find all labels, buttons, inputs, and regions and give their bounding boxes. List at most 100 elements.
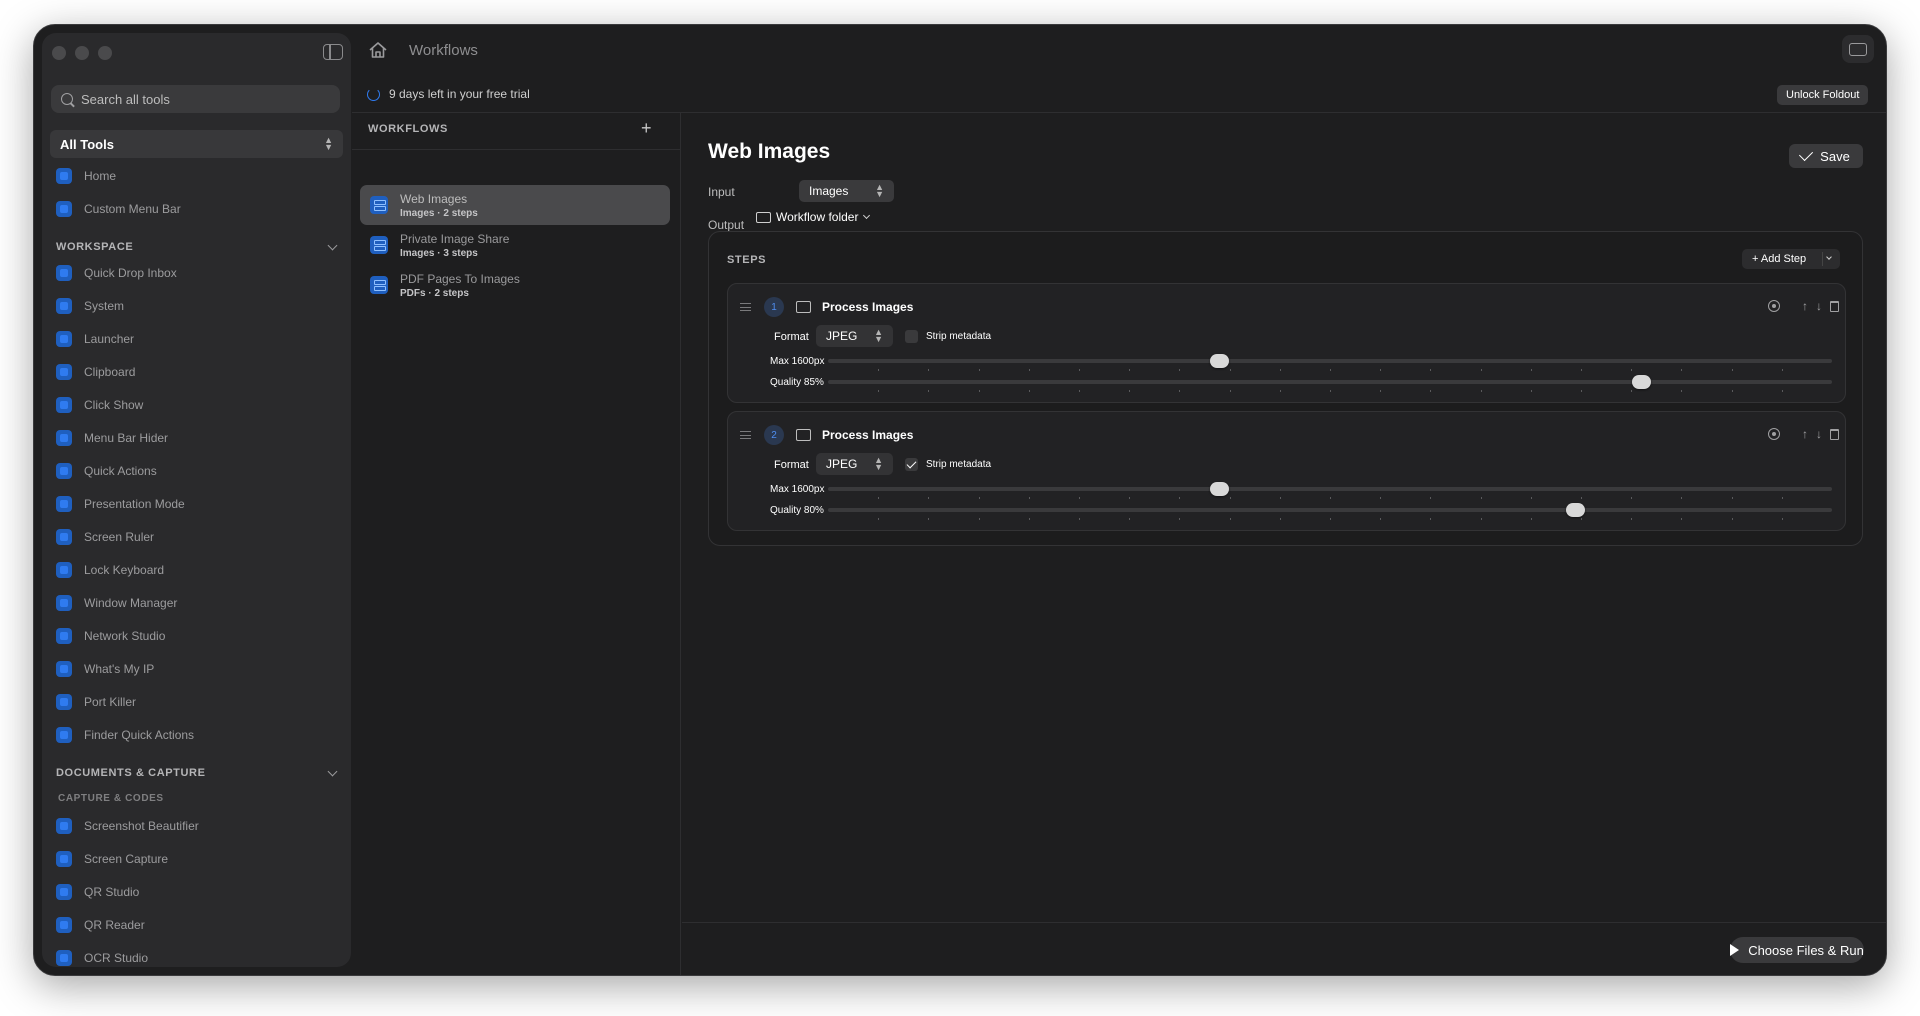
sidebar-item-network-studio[interactable]: Network Studio xyxy=(56,623,165,649)
sidebar-item-menu-bar-hider[interactable]: Menu Bar Hider xyxy=(56,425,168,451)
move-up-icon[interactable]: ↑ xyxy=(1802,427,1808,441)
sidebar-item-ocr-studio[interactable]: OCR Studio xyxy=(56,945,148,967)
search-field[interactable] xyxy=(51,85,340,113)
sidebar-item-qr-reader[interactable]: QR Reader xyxy=(56,912,145,938)
workflow-item-pdf-pages-to-images[interactable]: PDF Pages To Images PDFs · 2 steps xyxy=(360,265,670,305)
move-down-icon[interactable]: ↓ xyxy=(1816,299,1822,313)
workflow-item-private-image-share[interactable]: Private Image Share Images · 3 steps xyxy=(360,225,670,265)
slider-tick xyxy=(1380,497,1382,499)
lock-icon xyxy=(56,562,72,578)
format-value: JPEG xyxy=(826,457,858,471)
menubar-icon xyxy=(56,201,72,217)
sidebar-item-presentation-mode[interactable]: Presentation Mode xyxy=(56,491,185,517)
sidebar-item-qr-studio[interactable]: QR Studio xyxy=(56,879,139,905)
quality-slider-thumb[interactable] xyxy=(1566,503,1586,517)
input-select[interactable]: Images ▲ ▼ xyxy=(799,180,894,202)
slider-tick xyxy=(1480,497,1482,499)
format-select[interactable]: JPEG ▲ ▼ xyxy=(816,325,893,347)
sidebar-item-finder-quick-actions[interactable]: Finder Quick Actions xyxy=(56,722,194,748)
cast-button[interactable] xyxy=(1842,35,1874,63)
output-select[interactable]: Workflow folder xyxy=(756,210,871,224)
sidebar-item-label: OCR Studio xyxy=(84,951,149,965)
slider-ticks xyxy=(828,518,1832,520)
sidebar-item-custom-menu-bar[interactable]: Custom Menu Bar xyxy=(56,196,181,222)
sidebar-toggle-icon[interactable] xyxy=(323,44,343,60)
strip-metadata-checkbox[interactable] xyxy=(905,458,918,471)
sidebar-item-port-killer[interactable]: Port Killer xyxy=(56,689,136,715)
zoom-window-button[interactable] xyxy=(98,46,112,60)
steps-panel: STEPS + Add Step 1 Process Images ↑ ↓ Fo… xyxy=(708,231,1863,546)
slider-tick xyxy=(1530,390,1532,392)
format-value: JPEG xyxy=(826,329,858,343)
move-up-icon[interactable]: ↑ xyxy=(1802,299,1808,313)
sidebar-item-screen-ruler[interactable]: Screen Ruler xyxy=(56,524,154,550)
tools-filter-select[interactable]: All Tools ▲ ▼ xyxy=(50,130,343,158)
sidebar-item-click-show[interactable]: Click Show xyxy=(56,392,143,418)
add-step-button[interactable]: + Add Step xyxy=(1742,249,1840,269)
slider-tick xyxy=(878,518,880,520)
move-down-icon[interactable]: ↓ xyxy=(1816,427,1822,441)
slider-tick xyxy=(1781,369,1783,371)
screenshot-icon xyxy=(56,818,72,834)
presentation-icon xyxy=(56,496,72,512)
section-header-documents-capture[interactable]: DOCUMENTS & CAPTURE xyxy=(56,766,342,779)
max-size-slider-track[interactable] xyxy=(828,359,1832,363)
quality-slider-thumb[interactable] xyxy=(1631,375,1651,389)
slider-tick xyxy=(978,518,980,520)
settings-icon[interactable] xyxy=(1768,428,1780,440)
choose-files-run-button[interactable]: Choose Files & Run xyxy=(1730,937,1864,963)
sidebar-item-whats-my-ip[interactable]: What's My IP xyxy=(56,656,154,682)
menubar-hide-icon xyxy=(56,430,72,446)
close-window-button[interactable] xyxy=(52,46,66,60)
slider-tick xyxy=(1279,518,1281,520)
search-input[interactable] xyxy=(81,91,301,107)
settings-icon[interactable] xyxy=(1768,300,1780,312)
slider-tick xyxy=(1380,369,1382,371)
sidebar-item-screen-capture[interactable]: Screen Capture xyxy=(56,846,168,872)
workflow-item-web-images[interactable]: Web Images Images · 2 steps xyxy=(360,185,670,225)
workflows-header: WORKFLOWS xyxy=(368,123,448,135)
chevron-down-icon[interactable] xyxy=(1826,254,1832,260)
sidebar-item-window-manager[interactable]: Window Manager xyxy=(56,590,177,616)
trash-icon[interactable] xyxy=(1830,428,1839,440)
ocr-icon xyxy=(56,950,72,966)
sidebar-item-screenshot-beautifier[interactable]: Screenshot Beautifier xyxy=(56,813,199,839)
quality-slider-track[interactable] xyxy=(828,380,1832,384)
slider-tick xyxy=(1330,369,1331,371)
add-workflow-button[interactable]: + xyxy=(641,118,652,139)
format-select[interactable]: JPEG ▲ ▼ xyxy=(816,453,893,475)
sidebar-item-home[interactable]: Home xyxy=(56,163,116,189)
sidebar-item-label: Click Show xyxy=(84,398,144,412)
section-header-workspace[interactable]: WORKSPACE xyxy=(56,240,342,253)
sidebar-item-quick-drop-inbox[interactable]: Quick Drop Inbox xyxy=(56,260,177,286)
workflow-title: Private Image Share xyxy=(400,231,510,246)
slider-tick xyxy=(1781,390,1783,392)
sidebar-item-launcher[interactable]: Launcher xyxy=(56,326,134,352)
slider-tick xyxy=(1430,497,1432,499)
home-icon[interactable] xyxy=(368,41,388,59)
max-size-slider-thumb[interactable] xyxy=(1210,482,1230,496)
quality-slider-track[interactable] xyxy=(828,508,1832,512)
max-size-slider-thumb[interactable] xyxy=(1210,354,1230,368)
sidebar-item-label: Launcher xyxy=(84,332,135,346)
sidebar-item-lock-keyboard[interactable]: Lock Keyboard xyxy=(56,557,164,583)
updown-chevron-icon: ▲ ▼ xyxy=(324,135,333,152)
sidebar-item-quick-actions[interactable]: Quick Actions xyxy=(56,458,157,484)
drag-handle-icon[interactable] xyxy=(740,431,751,439)
minimize-window-button[interactable] xyxy=(75,46,89,60)
save-button[interactable]: Save xyxy=(1789,144,1863,168)
unlock-button[interactable]: Unlock Foldout xyxy=(1777,85,1869,105)
sidebar-item-clipboard[interactable]: Clipboard xyxy=(56,359,135,385)
slider-tick xyxy=(1681,369,1683,371)
trash-icon[interactable] xyxy=(1830,300,1839,312)
sidebar-item-system[interactable]: System xyxy=(56,293,124,319)
slider-tick xyxy=(1631,369,1633,371)
drag-handle-icon[interactable] xyxy=(740,303,751,311)
max-size-slider-track[interactable] xyxy=(828,487,1832,491)
step-number-badge: 2 xyxy=(764,425,784,445)
network-icon xyxy=(56,628,72,644)
strip-metadata-checkbox[interactable] xyxy=(905,330,918,343)
sidebar-item-label: System xyxy=(84,299,125,313)
workflow-subtitle: Images · 3 steps xyxy=(400,247,478,259)
sparkle-icon xyxy=(56,727,72,743)
